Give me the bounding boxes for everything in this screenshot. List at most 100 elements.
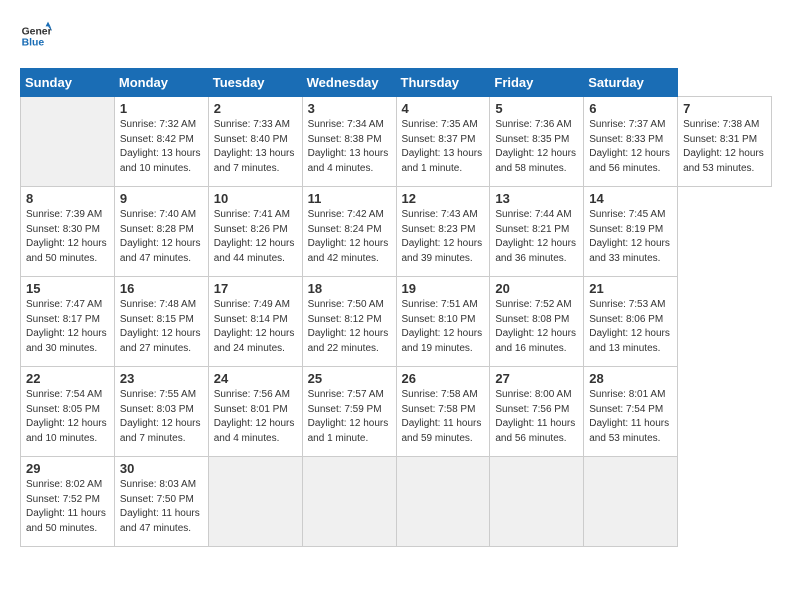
day-number: 2 bbox=[214, 101, 297, 116]
day-info: Sunrise: 7:52 AMSunset: 8:08 PMDaylight:… bbox=[495, 298, 578, 356]
day-info: Sunrise: 7:32 AMSunset: 8:42 PMDaylight:… bbox=[120, 118, 203, 176]
day-number: 11 bbox=[308, 191, 391, 206]
empty-cell bbox=[490, 457, 584, 547]
day-cell-6: 6 Sunrise: 7:37 AMSunset: 8:33 PMDaylight… bbox=[584, 97, 678, 187]
day-number: 5 bbox=[495, 101, 578, 116]
logo: General Blue bbox=[20, 20, 56, 52]
day-info: Sunrise: 7:47 AMSunset: 8:17 PMDaylight:… bbox=[26, 298, 109, 356]
day-number: 29 bbox=[26, 461, 109, 476]
day-cell-2: 2 Sunrise: 7:33 AMSunset: 8:40 PMDaylight… bbox=[208, 97, 302, 187]
page-header: General Blue bbox=[20, 20, 772, 52]
logo-icon: General Blue bbox=[20, 20, 52, 52]
day-number: 13 bbox=[495, 191, 578, 206]
day-info: Sunrise: 7:50 AMSunset: 8:12 PMDaylight:… bbox=[308, 298, 391, 356]
day-cell-12: 12Sunrise: 7:43 AMSunset: 8:23 PMDayligh… bbox=[396, 187, 490, 277]
header-wednesday: Wednesday bbox=[302, 69, 396, 97]
day-info: Sunrise: 7:40 AMSunset: 8:28 PMDaylight:… bbox=[120, 208, 203, 266]
day-number: 8 bbox=[26, 191, 109, 206]
day-info: Sunrise: 7:56 AMSunset: 8:01 PMDaylight:… bbox=[214, 388, 297, 446]
day-number: 25 bbox=[308, 371, 391, 386]
day-info: Sunrise: 7:36 AMSunset: 8:35 PMDaylight:… bbox=[495, 118, 578, 176]
day-cell-9: 9 Sunrise: 7:40 AMSunset: 8:28 PMDaylight… bbox=[114, 187, 208, 277]
day-info: Sunrise: 7:53 AMSunset: 8:06 PMDaylight:… bbox=[589, 298, 672, 356]
empty-cell bbox=[302, 457, 396, 547]
day-cell-14: 14 Sunrise: 7:45 AMSunset: 8:19 PMDayligh… bbox=[584, 187, 678, 277]
week-row-2: 8Sunrise: 7:39 AMSunset: 8:30 PMDaylight… bbox=[21, 187, 772, 277]
day-number: 18 bbox=[308, 281, 391, 296]
week-row-5: 29 Sunrise: 8:02 AMSunset: 7:52 PMDayligh… bbox=[21, 457, 772, 547]
empty-cell bbox=[208, 457, 302, 547]
day-number: 14 bbox=[589, 191, 672, 206]
svg-text:General: General bbox=[22, 26, 52, 37]
day-info: Sunrise: 7:54 AMSunset: 8:05 PMDaylight:… bbox=[26, 388, 109, 446]
header-tuesday: Tuesday bbox=[208, 69, 302, 97]
day-cell-20: 20 Sunrise: 7:52 AMSunset: 8:08 PMDayligh… bbox=[490, 277, 584, 367]
day-number: 24 bbox=[214, 371, 297, 386]
header-monday: Monday bbox=[114, 69, 208, 97]
day-cell-13: 13 Sunrise: 7:44 AMSunset: 8:21 PMDayligh… bbox=[490, 187, 584, 277]
header-friday: Friday bbox=[490, 69, 584, 97]
day-number: 9 bbox=[120, 191, 203, 206]
day-cell-1: 1 Sunrise: 7:32 AMSunset: 8:42 PMDaylight… bbox=[114, 97, 208, 187]
empty-cell bbox=[396, 457, 490, 547]
day-info: Sunrise: 7:45 AMSunset: 8:19 PMDaylight:… bbox=[589, 208, 672, 266]
day-number: 10 bbox=[214, 191, 297, 206]
week-row-4: 22 Sunrise: 7:54 AMSunset: 8:05 PMDayligh… bbox=[21, 367, 772, 457]
day-cell-10: 10 Sunrise: 7:41 AMSunset: 8:26 PMDayligh… bbox=[208, 187, 302, 277]
day-info: Sunrise: 7:37 AMSunset: 8:33 PMDaylight:… bbox=[589, 118, 672, 176]
day-cell-7: 7Sunrise: 7:38 AMSunset: 8:31 PMDaylight… bbox=[678, 97, 772, 187]
day-number: 21 bbox=[589, 281, 672, 296]
day-info: Sunrise: 7:33 AMSunset: 8:40 PMDaylight:… bbox=[214, 118, 297, 176]
day-cell-27: 27 Sunrise: 8:00 AMSunset: 7:56 PMDayligh… bbox=[490, 367, 584, 457]
day-info: Sunrise: 7:51 AMSunset: 8:10 PMDaylight:… bbox=[402, 298, 485, 356]
day-number: 3 bbox=[308, 101, 391, 116]
day-number: 30 bbox=[120, 461, 203, 476]
calendar-header-row: SundayMondayTuesdayWednesdayThursdayFrid… bbox=[21, 69, 772, 97]
day-info: Sunrise: 7:57 AMSunset: 7:59 PMDaylight:… bbox=[308, 388, 391, 446]
header-sunday: Sunday bbox=[21, 69, 115, 97]
day-cell-28: 28 Sunrise: 8:01 AMSunset: 7:54 PMDayligh… bbox=[584, 367, 678, 457]
day-cell-15: 15Sunrise: 7:47 AMSunset: 8:17 PMDayligh… bbox=[21, 277, 115, 367]
svg-text:Blue: Blue bbox=[22, 38, 45, 49]
day-number: 19 bbox=[402, 281, 485, 296]
day-cell-30: 30 Sunrise: 8:03 AMSunset: 7:50 PMDayligh… bbox=[114, 457, 208, 547]
day-info: Sunrise: 7:42 AMSunset: 8:24 PMDaylight:… bbox=[308, 208, 391, 266]
week-row-1: 1 Sunrise: 7:32 AMSunset: 8:42 PMDaylight… bbox=[21, 97, 772, 187]
day-info: Sunrise: 7:58 AMSunset: 7:58 PMDaylight:… bbox=[402, 388, 485, 446]
day-info: Sunrise: 7:44 AMSunset: 8:21 PMDaylight:… bbox=[495, 208, 578, 266]
day-info: Sunrise: 8:03 AMSunset: 7:50 PMDaylight:… bbox=[120, 478, 203, 536]
header-thursday: Thursday bbox=[396, 69, 490, 97]
day-info: Sunrise: 7:55 AMSunset: 8:03 PMDaylight:… bbox=[120, 388, 203, 446]
day-number: 12 bbox=[402, 191, 485, 206]
day-cell-5: 5 Sunrise: 7:36 AMSunset: 8:35 PMDaylight… bbox=[490, 97, 584, 187]
day-number: 23 bbox=[120, 371, 203, 386]
day-number: 20 bbox=[495, 281, 578, 296]
day-cell-19: 19 Sunrise: 7:51 AMSunset: 8:10 PMDayligh… bbox=[396, 277, 490, 367]
day-cell-23: 23 Sunrise: 7:55 AMSunset: 8:03 PMDayligh… bbox=[114, 367, 208, 457]
day-cell-3: 3 Sunrise: 7:34 AMSunset: 8:38 PMDaylight… bbox=[302, 97, 396, 187]
day-info: Sunrise: 7:34 AMSunset: 8:38 PMDaylight:… bbox=[308, 118, 391, 176]
empty-cell bbox=[21, 97, 115, 187]
day-cell-4: 4Sunrise: 7:35 AMSunset: 8:37 PMDaylight… bbox=[396, 97, 490, 187]
empty-cell bbox=[584, 457, 678, 547]
day-info: Sunrise: 8:01 AMSunset: 7:54 PMDaylight:… bbox=[589, 388, 672, 446]
day-cell-25: 25 Sunrise: 7:57 AMSunset: 7:59 PMDayligh… bbox=[302, 367, 396, 457]
day-info: Sunrise: 8:02 AMSunset: 7:52 PMDaylight:… bbox=[26, 478, 109, 536]
day-number: 26 bbox=[402, 371, 485, 386]
day-number: 6 bbox=[589, 101, 672, 116]
day-info: Sunrise: 8:00 AMSunset: 7:56 PMDaylight:… bbox=[495, 388, 578, 446]
day-info: Sunrise: 7:41 AMSunset: 8:26 PMDaylight:… bbox=[214, 208, 297, 266]
day-cell-8: 8Sunrise: 7:39 AMSunset: 8:30 PMDaylight… bbox=[21, 187, 115, 277]
day-cell-11: 11 Sunrise: 7:42 AMSunset: 8:24 PMDayligh… bbox=[302, 187, 396, 277]
day-cell-26: 26 Sunrise: 7:58 AMSunset: 7:58 PMDayligh… bbox=[396, 367, 490, 457]
day-info: Sunrise: 7:49 AMSunset: 8:14 PMDaylight:… bbox=[214, 298, 297, 356]
day-info: Sunrise: 7:48 AMSunset: 8:15 PMDaylight:… bbox=[120, 298, 203, 356]
day-number: 7 bbox=[683, 101, 766, 116]
day-number: 27 bbox=[495, 371, 578, 386]
day-number: 28 bbox=[589, 371, 672, 386]
day-number: 22 bbox=[26, 371, 109, 386]
day-number: 1 bbox=[120, 101, 203, 116]
header-saturday: Saturday bbox=[584, 69, 678, 97]
day-cell-16: 16Sunrise: 7:48 AMSunset: 8:15 PMDayligh… bbox=[114, 277, 208, 367]
day-cell-21: 21 Sunrise: 7:53 AMSunset: 8:06 PMDayligh… bbox=[584, 277, 678, 367]
